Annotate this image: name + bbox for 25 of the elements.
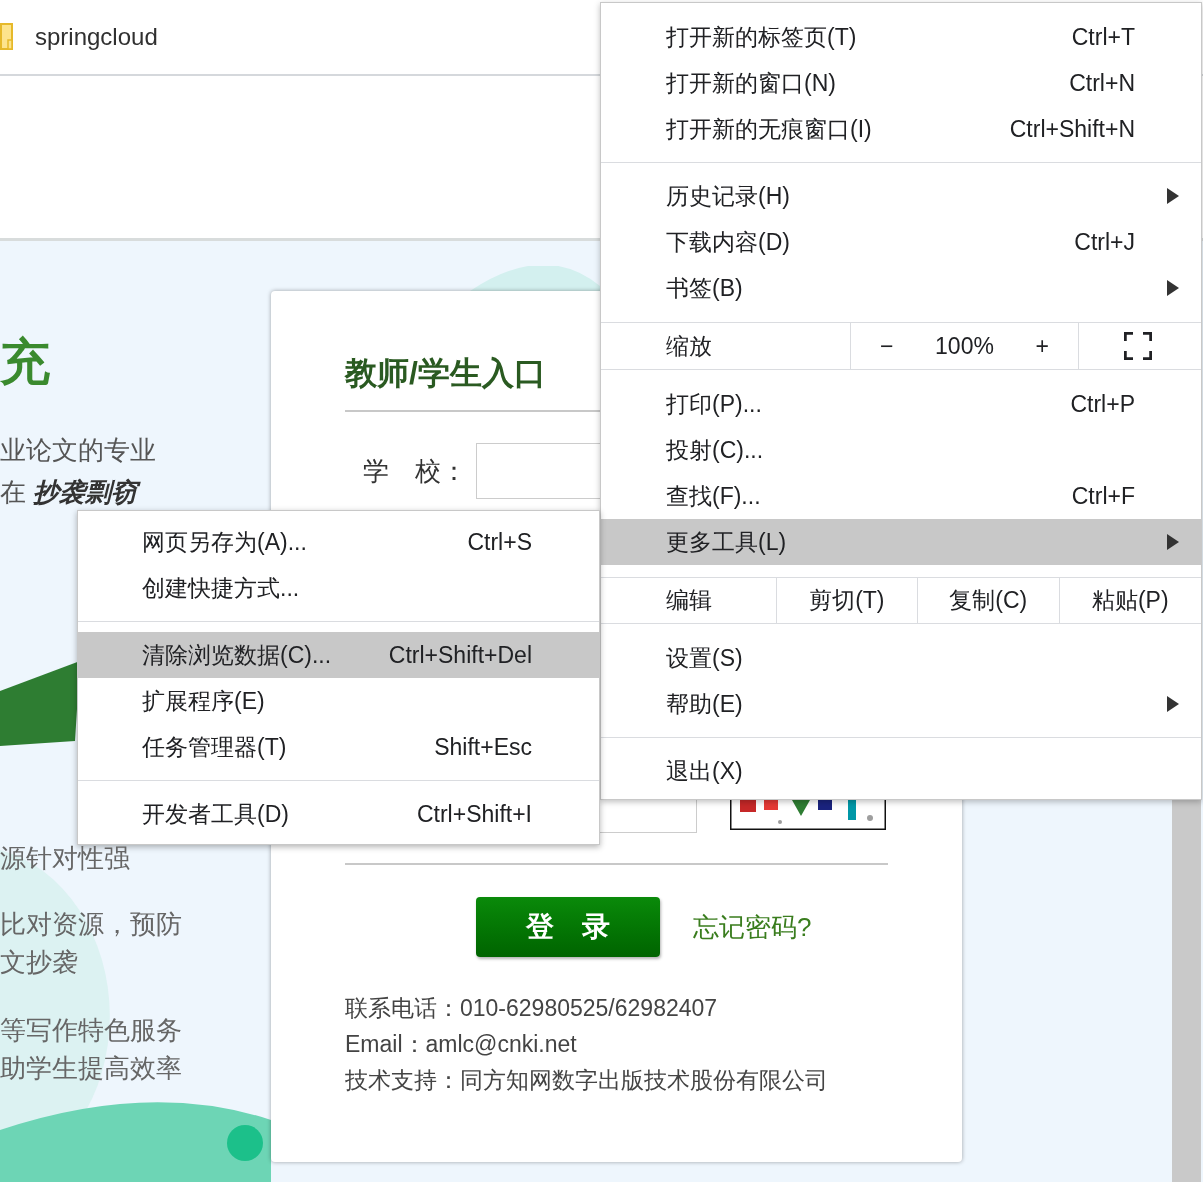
shortcut-text: Ctrl+Shift+I <box>416 799 532 829</box>
contact-text: 联系电话：010-62980525/62982407 <box>345 994 719 1023</box>
contact-text: 技术支持：同方知网数字出版技术股份有限公司 <box>345 1066 829 1095</box>
shortcut-text: Shift+Esc <box>434 732 532 762</box>
shortcut-text: Ctrl+Shift+Del <box>388 640 532 670</box>
shortcut-text: Ctrl+T <box>1071 22 1135 52</box>
zoom-value: 100% <box>935 331 994 361</box>
edit-label: 编辑 <box>666 586 712 616</box>
intro-text: 业论文的专业 <box>0 434 156 467</box>
feature-text: 源针对性强 <box>0 842 130 875</box>
shortcut-text: Ctrl+N <box>1069 68 1135 98</box>
shortcut-text: Ctrl+S <box>467 527 532 557</box>
contact-text: Email：amlc@cnki.net <box>345 1030 578 1059</box>
feature-text: 助学生提高效率 <box>0 1052 182 1085</box>
login-title: 教师/学生入口 <box>345 354 547 393</box>
shortcut-text: Ctrl+J <box>1074 227 1135 257</box>
shortcut-text: Ctrl+Shift+N <box>1009 114 1135 144</box>
feature-text: 文抄袭 <box>0 946 78 979</box>
shortcut-text: Ctrl+P <box>1070 389 1135 419</box>
feature-text: 等写作特色服务 <box>0 1014 182 1047</box>
heading-text: 充 <box>0 333 50 392</box>
school-label: 学 校： <box>363 454 468 488</box>
zoom-label: 缩放 <box>666 331 712 361</box>
feature-text: 比对资源，预防 <box>0 908 182 941</box>
shortcut-text: Ctrl+F <box>1071 481 1135 511</box>
